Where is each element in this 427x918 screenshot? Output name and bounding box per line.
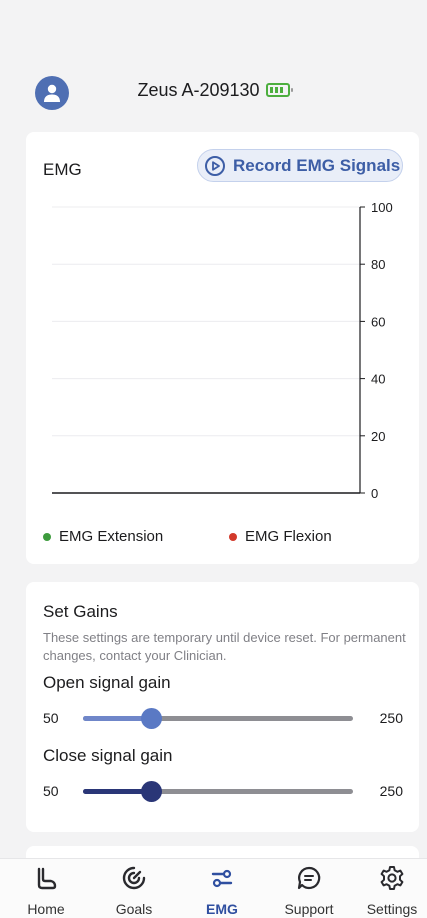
close-gain-max: 250 [379, 783, 403, 799]
nav-label-emg: EMG [206, 901, 238, 917]
open-gain-thumb[interactable] [140, 708, 162, 729]
nav-item-support[interactable]: Support [269, 865, 349, 917]
device-header: Zeus A-209130 [0, 70, 427, 116]
gear-icon [380, 866, 404, 890]
emg-card: EMG Record EMG Signals 100 80 60 40 20 0 EMG … [26, 132, 419, 564]
y-tick-label: 100 [371, 200, 393, 215]
nav-label-goals: Goals [115, 901, 153, 917]
open-gain-max: 250 [379, 710, 403, 726]
emg-chart: 100 80 60 40 20 0 [52, 200, 393, 501]
legend-item-extension: EMG Extension [43, 528, 163, 545]
emg-screen: Zeus A-209130 EMG Record EMG Signals 100… [0, 0, 427, 918]
nav-item-goals[interactable]: Goals [94, 865, 174, 917]
battery-icon [265, 83, 293, 97]
y-tick-label: 0 [371, 486, 378, 501]
nav-item-home[interactable]: Home [6, 865, 86, 917]
device-name: Zeus A-209130 [137, 80, 260, 100]
legend-dot-extension [43, 532, 51, 541]
chat-icon [297, 866, 321, 890]
open-gain-label: Open signal gain [43, 673, 171, 692]
legend-item-flexion: EMG Flexion [229, 528, 332, 545]
y-tick-label: 80 [371, 257, 385, 272]
nav-item-emg[interactable]: EMG [182, 865, 262, 917]
close-gain-thumb[interactable] [140, 781, 162, 802]
close-gain-min: 50 [43, 783, 59, 799]
bottom-nav: Home Goals EMG Support Settings [0, 858, 427, 918]
open-gain-slider[interactable]: 50 250 [43, 707, 403, 729]
y-tick-label: 20 [371, 429, 385, 444]
close-gain-label: Close signal gain [43, 746, 173, 765]
gains-title: Set Gains [43, 602, 118, 621]
gains-note: These settings are temporary until devic… [43, 630, 406, 663]
close-gain-track[interactable] [83, 781, 353, 802]
target-icon [122, 866, 146, 890]
hand-icon [37, 867, 57, 890]
legend-label-flexion: EMG Flexion [245, 528, 332, 545]
open-gain-min: 50 [43, 710, 59, 726]
legend-dot-flexion [229, 532, 237, 541]
open-gain-track[interactable] [83, 708, 353, 729]
close-gain-slider[interactable]: 50 250 [43, 780, 403, 802]
nav-label-support: Support [284, 901, 334, 917]
gains-card: Set Gains These settings are temporary u… [26, 582, 419, 832]
sliders-icon [211, 869, 233, 888]
y-tick-label: 60 [371, 314, 385, 329]
nav-item-settings[interactable]: Settings [352, 865, 427, 917]
nav-label-home: Home [27, 901, 65, 917]
device-name-row: Zeus A-209130 [0, 80, 427, 101]
legend-label-extension: EMG Extension [59, 528, 164, 545]
nav-label-settings: Settings [366, 901, 418, 917]
y-tick-label: 40 [371, 372, 385, 387]
